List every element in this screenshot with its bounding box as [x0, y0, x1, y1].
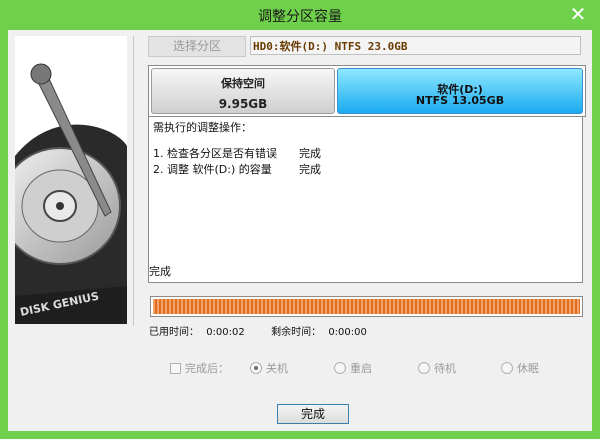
after-label: 完成后：: [185, 362, 229, 375]
radio-standby[interactable]: 待机: [418, 360, 456, 376]
status-text: 完成: [149, 265, 171, 278]
hard-disk-graphic: DISK GENIUS: [15, 36, 127, 324]
log-step: 1. 检查各分区是否有错误: [153, 147, 277, 160]
elapsed-label: 已用时间：: [149, 327, 199, 338]
log-status: 完成: [299, 163, 321, 176]
radio-hibernate[interactable]: 休眠: [501, 360, 539, 376]
partition-free-label: 保持空间: [221, 77, 265, 90]
title-bar: 调整分区容量 ✕: [0, 0, 600, 30]
partition-free-size: 9.95GB: [218, 97, 268, 111]
log-header: 需执行的调整操作：: [153, 121, 252, 134]
log-item: 1. 检查各分区是否有错误 完成: [153, 145, 578, 161]
radio-label: 关机: [266, 362, 288, 375]
radio-button[interactable]: [250, 362, 262, 374]
radio-label: 待机: [434, 362, 456, 375]
progress-fill: [153, 299, 580, 314]
window-title: 调整分区容量: [258, 9, 342, 25]
close-icon[interactable]: ✕: [568, 4, 588, 24]
radio-label: 休眠: [517, 362, 539, 375]
radio-shutdown[interactable]: 关机: [250, 360, 288, 376]
partition-info-field: HD0:软件(D:) NTFS 23.0GB: [250, 36, 581, 55]
select-partition-button[interactable]: 选择分区: [148, 36, 246, 57]
progress-bar: [150, 296, 583, 317]
radio-button[interactable]: [501, 362, 513, 374]
radio-restart[interactable]: 重启: [334, 360, 372, 376]
remaining-label: 剩余时间：: [271, 327, 322, 338]
log-item: 2. 调整 软件(D:) 的容量 完成: [153, 161, 578, 177]
dialog-client: DISK GENIUS 选择分区 HD0:软件(D:) NTFS 23.0GB …: [8, 30, 592, 431]
after-checkbox[interactable]: 完成后：: [170, 360, 229, 376]
time-readout: 已用时间： 0:00:02 剩余时间： 0:00:00: [149, 323, 371, 338]
partition-bar: 保持空间 9.95GB 软件(D:) NTFS 13.05GB: [148, 65, 586, 117]
remaining-value: 0:00:00: [328, 327, 367, 338]
radio-label: 重启: [350, 362, 372, 375]
vertical-separator: [133, 36, 134, 326]
log-step: 2. 调整 软件(D:) 的容量: [153, 163, 272, 176]
radio-button[interactable]: [334, 362, 346, 374]
elapsed-value: 0:00:02: [206, 327, 245, 338]
checkbox[interactable]: [170, 362, 181, 374]
partition-free-space[interactable]: 保持空间 9.95GB: [151, 68, 335, 114]
done-button[interactable]: 完成: [277, 404, 349, 424]
partition-selected[interactable]: 软件(D:) NTFS 13.05GB: [337, 68, 583, 114]
log-status: 完成: [299, 147, 321, 160]
operations-log: 需执行的调整操作： 1. 检查各分区是否有错误 完成 2. 调整 软件(D:) …: [148, 116, 583, 283]
partition-selected-size: NTFS 13.05GB: [415, 94, 505, 107]
after-completion-options: 完成后： 关机 重启 待机 休眠: [8, 360, 592, 376]
radio-button[interactable]: [418, 362, 430, 374]
